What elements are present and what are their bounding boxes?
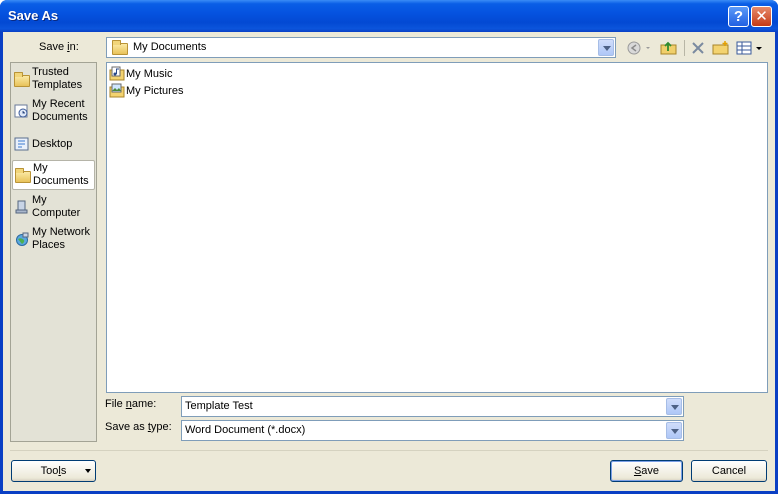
chevron-down-icon [85, 469, 91, 473]
file-name-label: File name: [105, 398, 157, 410]
save-in-value: My Documents [133, 41, 207, 53]
cancel-button[interactable]: Cancel [691, 460, 767, 482]
network-places-icon [16, 232, 29, 246]
my-documents-icon [15, 168, 31, 183]
delete-icon[interactable] [691, 41, 705, 55]
desktop-icon [14, 137, 29, 151]
save-as-type-dropdown[interactable]: Word Document (*.docx) [181, 420, 684, 441]
new-folder-icon[interactable] [712, 41, 730, 55]
save-in-dropdown[interactable]: My Documents [106, 37, 616, 58]
place-trusted-templates[interactable]: Trusted Templates [12, 65, 95, 95]
save-as-type-value: Word Document (*.docx) [185, 424, 306, 436]
folder-icon [14, 72, 30, 87]
file-name-value: Template Test [185, 400, 253, 412]
separator [10, 450, 768, 451]
place-my-documents[interactable]: My Documents [12, 160, 95, 190]
file-list[interactable]: My Music My Pictures [106, 62, 768, 393]
place-my-computer[interactable]: My Computer [12, 193, 95, 223]
recent-documents-icon [14, 104, 28, 118]
file-name: My Music [126, 68, 173, 80]
place-label: My Network Places [32, 226, 91, 251]
save-in-label: Save in: [39, 41, 79, 53]
toolbar-separator [684, 40, 685, 56]
music-folder-icon [109, 66, 125, 81]
up-one-level-icon[interactable] [660, 41, 678, 55]
dialog-body: Save in: My Documents Trusted Templates … [3, 32, 775, 491]
place-label: My Recent Documents [32, 98, 88, 123]
place-label: Desktop [32, 138, 73, 150]
places-bar: Trusted Templates My Recent Documents De… [10, 62, 97, 442]
chevron-down-icon[interactable] [666, 422, 682, 439]
save-as-dialog: Save As ? ✕ Save in: My Documents Truste… [0, 0, 778, 494]
chevron-down-icon[interactable] [598, 39, 614, 56]
pictures-folder-icon [109, 83, 125, 98]
place-label: My Computer [32, 194, 81, 219]
place-label: Trusted Templates [32, 66, 83, 91]
place-label: My Documents [33, 162, 89, 187]
close-button[interactable]: ✕ [751, 6, 772, 27]
save-as-type-label: Save as type: [105, 421, 172, 433]
window-title: Save As [8, 8, 59, 23]
help-button[interactable]: ? [728, 6, 749, 27]
file-name-field[interactable]: Template Test [181, 396, 684, 417]
tools-button[interactable]: Tools [11, 460, 96, 482]
file-name: My Pictures [126, 85, 184, 97]
place-my-network-places[interactable]: My Network Places [12, 225, 95, 255]
chevron-down-icon[interactable] [666, 398, 682, 415]
place-my-recent-documents[interactable]: My Recent Documents [12, 97, 95, 127]
my-documents-icon [112, 40, 128, 55]
my-computer-icon [15, 200, 28, 214]
save-button[interactable]: Save [610, 460, 683, 482]
views-icon[interactable] [736, 41, 764, 55]
title-bar[interactable]: Save As ? ✕ [0, 0, 778, 32]
back-icon[interactable] [627, 41, 655, 55]
